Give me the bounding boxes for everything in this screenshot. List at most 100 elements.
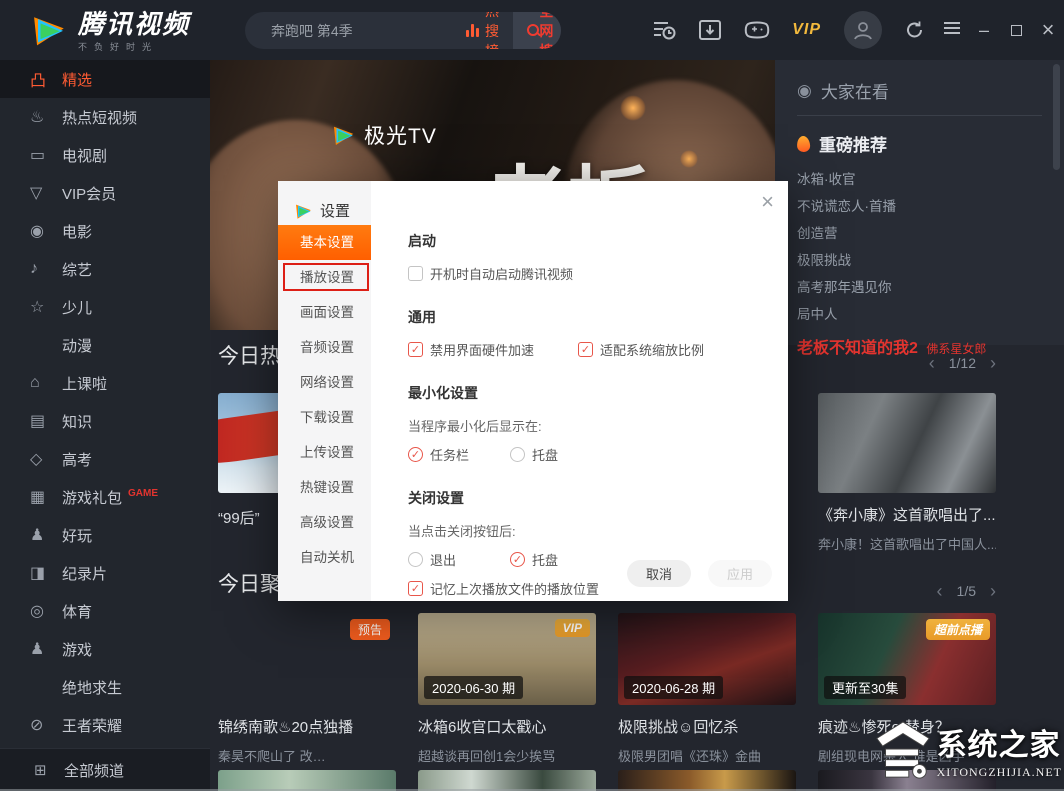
setting-control[interactable]: ✓ 开机时自动启动腾讯视频 bbox=[408, 264, 788, 282]
recommend-item[interactable]: 局中人 bbox=[797, 301, 1042, 328]
control-state-icon: ✓ bbox=[510, 552, 525, 567]
title-bar: 腾讯视频 不负好时光 热搜榜 全网搜 bbox=[0, 0, 1064, 60]
video-card[interactable]: 《奔小康》这首歌唱出了... 奔小康！这首歌唱出了中国人... bbox=[818, 393, 996, 553]
video-card[interactable]: VIP 2020-06-30 期 冰箱6收官口太戳心 超越谈再回创1会少挨骂 bbox=[418, 613, 596, 765]
settings-tab[interactable]: 自动关机 bbox=[278, 540, 371, 575]
sidebar-item[interactable]: ☆ 少儿 bbox=[0, 288, 210, 326]
control-state-icon: ✓ bbox=[408, 552, 423, 567]
video-thumbnail: VIP 2020-06-30 期 bbox=[418, 613, 596, 705]
settings-tab[interactable]: 播放设置 bbox=[278, 260, 371, 295]
corner-badge: VIP bbox=[555, 619, 590, 637]
settings-tab[interactable]: 网络设置 bbox=[278, 365, 371, 400]
game-center-icon[interactable] bbox=[744, 19, 770, 41]
sidebar-item[interactable]: ▽ VIP会员 bbox=[0, 174, 210, 212]
control-state-icon: ✓ bbox=[408, 581, 423, 596]
corner-badge: 超前点播 bbox=[926, 619, 990, 640]
sidebar-item-icon: ☆ bbox=[30, 297, 62, 317]
avatar[interactable] bbox=[844, 11, 882, 49]
setting-control[interactable]: ✓ 适配系统缩放比例 bbox=[578, 340, 748, 358]
sidebar-item[interactable]: ⊘ 王者荣耀 bbox=[0, 706, 210, 744]
apply-button[interactable]: 应用 bbox=[708, 560, 772, 587]
video-card-subtitle: 超越谈再回创1会少挨骂 bbox=[418, 746, 596, 765]
setting-control[interactable]: ✓ 退出 bbox=[408, 550, 510, 568]
sidebar-item[interactable]: ▭ 电视剧 bbox=[0, 136, 210, 174]
settings-dialog-header: 设置 bbox=[278, 181, 371, 225]
sidebar-item[interactable]: ⌂ 上课啦 bbox=[0, 364, 210, 402]
sidebar-item-all-channels[interactable]: ⊞ 全部频道 bbox=[0, 748, 210, 791]
video-thumbnail[interactable] bbox=[418, 770, 596, 791]
sidebar-item-label: VIP会员 bbox=[62, 183, 116, 204]
tencent-video-logo-icon bbox=[293, 201, 313, 221]
chevron-left-icon[interactable]: ‹ bbox=[937, 582, 943, 600]
settings-section-heading: 关闭设置 bbox=[408, 488, 788, 508]
setting-control[interactable]: ✓ 禁用界面硬件加速 bbox=[408, 340, 578, 358]
video-card-subtitle: 奔小康！这首歌唱出了中国人... bbox=[818, 534, 996, 553]
setting-control[interactable]: ✓ 托盘 bbox=[510, 550, 612, 568]
recommend-item[interactable]: 创造营 bbox=[797, 220, 1042, 247]
recommend-item[interactable]: 冰箱·收官 bbox=[797, 166, 1042, 193]
video-card-title: 极限挑战☺回忆杀 bbox=[618, 716, 796, 737]
sidebar-item[interactable]: ♟ 游戏 bbox=[0, 630, 210, 668]
chevron-right-icon[interactable]: › bbox=[990, 582, 996, 600]
app-logo[interactable]: 腾讯视频 不负好时光 bbox=[28, 10, 190, 53]
settings-tab[interactable]: 基本设置 bbox=[278, 225, 371, 260]
close-button[interactable]: × bbox=[1032, 17, 1064, 43]
vip-label[interactable]: VIP bbox=[792, 21, 821, 39]
sidebar-item[interactable]: ▤ 知识 bbox=[0, 402, 210, 440]
settings-tab[interactable]: 上传设置 bbox=[278, 435, 371, 470]
cancel-button[interactable]: 取消 bbox=[627, 560, 691, 587]
video-thumbnail[interactable] bbox=[818, 770, 996, 791]
video-card[interactable]: 预告 锦绣南歌♨20点独播 秦昊不爬山了 改… bbox=[218, 613, 396, 765]
control-state-icon: ✓ bbox=[408, 447, 423, 462]
recommend-item[interactable]: 高考那年遇见你 bbox=[797, 274, 1042, 301]
search-bar[interactable]: 热搜榜 全网搜 bbox=[245, 12, 561, 49]
sidebar-item[interactable]: ◎ 体育 bbox=[0, 592, 210, 630]
video-card[interactable]: 超前点播 更新至30集 痕迹♨惨死or替身？ 剧组现电网杀人 谁是凶手 bbox=[818, 613, 996, 765]
video-thumbnail[interactable] bbox=[218, 770, 396, 791]
video-thumbnail[interactable] bbox=[618, 770, 796, 791]
setting-control[interactable]: ✓ 托盘 bbox=[510, 445, 612, 463]
settings-tab[interactable]: 热键设置 bbox=[278, 470, 371, 505]
search-all-button[interactable]: 全网搜 bbox=[513, 12, 561, 49]
video-card[interactable]: 2020-06-28 期 极限挑战☺回忆杀 极限男团唱《还珠》金曲 bbox=[618, 613, 796, 765]
sidebar-item[interactable]: 凸 精选 bbox=[0, 60, 210, 98]
sidebar-item[interactable]: ▦ 游戏礼包 GAME bbox=[0, 478, 210, 516]
settings-tab[interactable]: 音频设置 bbox=[278, 330, 371, 365]
aurora-tv-logo: 极光TV bbox=[330, 120, 437, 150]
video-thumbnail: 超前点播 更新至30集 bbox=[818, 613, 996, 705]
settings-tab[interactable]: 高级设置 bbox=[278, 505, 371, 540]
sidebar-item[interactable]: ◉ 电影 bbox=[0, 212, 210, 250]
video-card-subtitle: 秦昊不爬山了 改… bbox=[218, 746, 396, 765]
control-state-icon: ✓ bbox=[510, 447, 525, 462]
settings-tab[interactable]: 画面设置 bbox=[278, 295, 371, 330]
recommend-item[interactable]: 不说谎恋人·首播 bbox=[797, 193, 1042, 220]
sidebar-item-icon: ◉ bbox=[30, 221, 62, 241]
sidebar-item[interactable]: ♪ 综艺 bbox=[0, 250, 210, 288]
sidebar-item[interactable]: 动漫 bbox=[0, 326, 210, 364]
menu-icon[interactable] bbox=[936, 19, 968, 42]
sidebar-item[interactable]: ♟ 好玩 bbox=[0, 516, 210, 554]
sidebar-item-label: 知识 bbox=[62, 411, 92, 432]
sidebar-item[interactable]: ◇ 高考 bbox=[0, 440, 210, 478]
settings-section-heading: 最小化设置 bbox=[408, 383, 788, 403]
maximize-button[interactable] bbox=[1000, 20, 1032, 41]
search-input[interactable] bbox=[245, 23, 452, 39]
sidebar-item-icon: ♪ bbox=[30, 260, 62, 278]
episode-label: 2020-06-28 期 bbox=[624, 676, 723, 699]
sidebar-item[interactable]: ♨ 热点短视频 bbox=[0, 98, 210, 136]
download-icon[interactable] bbox=[698, 19, 722, 41]
sidebar-item[interactable]: ◨ 纪录片 bbox=[0, 554, 210, 592]
scrollbar-thumb[interactable] bbox=[1053, 64, 1060, 170]
settings-section-heading: 启动 bbox=[408, 231, 788, 251]
recommend-item[interactable]: 极限挑战 bbox=[797, 247, 1042, 274]
hot-search-button[interactable]: 热搜榜 bbox=[452, 12, 513, 49]
scrollbar[interactable] bbox=[1052, 60, 1060, 791]
recommend-item-highlight[interactable]: 老板不知道的我2 佛系星女郎 bbox=[797, 334, 1042, 358]
minimize-button[interactable]: – bbox=[968, 20, 1000, 41]
refresh-icon[interactable] bbox=[905, 20, 925, 40]
control-state-icon: ✓ bbox=[408, 266, 423, 281]
sidebar-item[interactable]: 绝地求生 bbox=[0, 668, 210, 706]
setting-control[interactable]: ✓ 任务栏 bbox=[408, 445, 510, 463]
settings-tab[interactable]: 下载设置 bbox=[278, 400, 371, 435]
history-icon[interactable] bbox=[652, 19, 676, 41]
